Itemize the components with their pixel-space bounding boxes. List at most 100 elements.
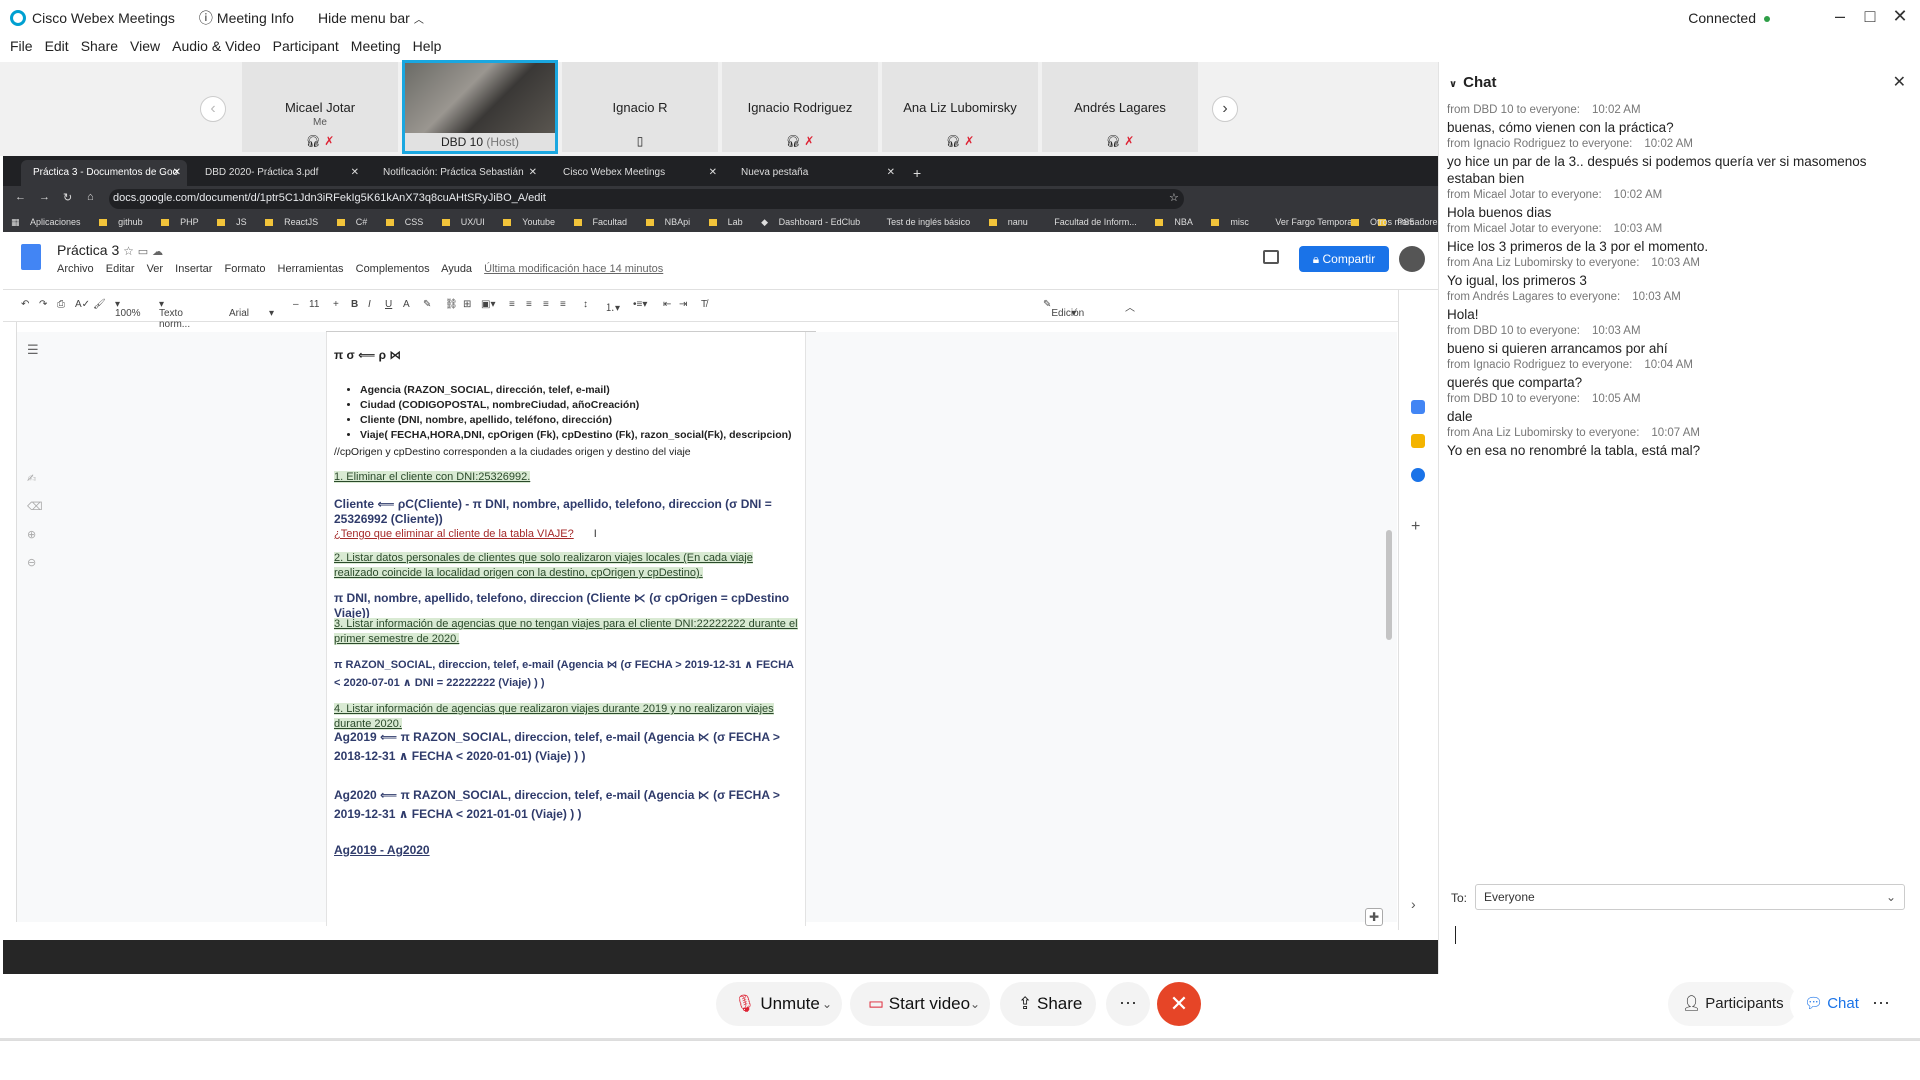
strip-prev-button[interactable]: ‹ <box>200 96 226 122</box>
zoom-select[interactable]: 100% ▾ <box>115 299 141 319</box>
add-addon-icon[interactable]: + <box>1411 518 1420 536</box>
star-icon[interactable]: ☆ <box>123 244 134 258</box>
more-options-button[interactable]: ··· <box>1106 982 1150 1026</box>
clear-formatting-icon[interactable]: T̸ <box>701 299 707 310</box>
participant-card[interactable]: Ana Liz Lubomirsky 🎧︎ ✗ <box>882 62 1038 152</box>
docs-menu-ayuda[interactable]: Ayuda <box>441 263 472 275</box>
move-folder-icon[interactable]: ▭ <box>138 246 148 258</box>
browser-tab[interactable]: Cisco Webex Meetings ✕ <box>551 160 723 186</box>
align-center-icon[interactable]: ≡ <box>526 299 532 310</box>
browser-tab[interactable]: Nueva pestaña ✕ <box>729 160 901 186</box>
bookmark-folder[interactable]: UX/UI <box>441 217 489 227</box>
menu-share[interactable]: Share <box>81 38 118 62</box>
bookmark-folder[interactable]: Youtube <box>503 217 559 227</box>
minimize-button[interactable]: – <box>1826 6 1854 27</box>
explore-icon[interactable]: ✚ <box>1365 908 1383 926</box>
google-docs-icon[interactable] <box>21 244 41 270</box>
chevron-down-icon[interactable]: ∨ <box>1449 79 1457 90</box>
docs-share-button[interactable]: 🔒︎ Compartir <box>1299 246 1389 272</box>
forward-icon[interactable]: → <box>39 191 50 203</box>
participant-card[interactable]: Ignacio Rodriguez 🎧︎ ✗ <box>722 62 878 152</box>
collapse-panel-icon[interactable]: › <box>1411 896 1416 912</box>
outline-icon[interactable]: ☰ <box>27 342 39 358</box>
start-video-button[interactable]: ▭ Start video ⌄ <box>850 982 990 1026</box>
bookmark-star-icon[interactable]: ☆ <box>1169 191 1179 204</box>
close-tab-icon[interactable]: ✕ <box>529 160 537 186</box>
highlight-icon[interactable]: ✎ <box>423 299 431 310</box>
close-tab-icon[interactable]: ✕ <box>173 160 181 186</box>
docs-menu-herramientas[interactable]: Herramientas <box>278 263 344 275</box>
bookmark-apps[interactable]: ▦ Aplicaciones <box>11 217 85 227</box>
tasks-icon[interactable] <box>1411 468 1425 482</box>
back-icon[interactable]: ← <box>15 191 26 203</box>
close-chat-button[interactable]: ✕ <box>1893 72 1906 92</box>
editing-mode-select[interactable]: ✎ Edición ▾ <box>1043 299 1084 319</box>
align-left-icon[interactable]: ≡ <box>509 299 515 310</box>
bookmark-folder[interactable]: misc <box>1211 217 1253 227</box>
underline-icon[interactable]: U <box>385 299 392 310</box>
redo-icon[interactable]: ↷ <box>39 299 47 310</box>
participant-card[interactable]: Ignacio R ▯ <box>562 62 718 152</box>
participant-card[interactable]: Andrés Lagares 🎧︎ ✗ <box>1042 62 1198 152</box>
bookmark-folder[interactable]: JS <box>217 217 251 227</box>
chat-header[interactable]: ∨ Chat <box>1449 74 1496 91</box>
avatar[interactable] <box>1399 246 1425 272</box>
font-size-decrease[interactable]: – <box>293 299 299 310</box>
browser-tab[interactable]: Notificación: Práctica Sebastián ✕ <box>371 160 543 186</box>
bookmark-link[interactable]: Facultad de Inform... <box>1046 217 1141 227</box>
chat-recipient-select[interactable]: Everyone ⌄ <box>1475 884 1905 910</box>
menu-help[interactable]: Help <box>413 38 442 62</box>
menu-view[interactable]: View <box>130 38 160 62</box>
share-button[interactable]: ⇪ Share <box>1000 982 1096 1026</box>
last-edit-link[interactable]: Última modificación hace 14 minutos <box>484 263 663 275</box>
close-tab-icon[interactable]: ✕ <box>709 160 717 186</box>
zoom-in-icon[interactable]: ⊕ <box>27 528 36 541</box>
bookmark-link[interactable]: Ver Fargo Tempora... <box>1267 217 1363 227</box>
font-size-increase[interactable]: + <box>333 299 339 310</box>
italic-icon[interactable]: I <box>368 299 371 310</box>
chevron-down-icon[interactable]: ⌄ <box>822 982 832 1026</box>
bookmark-folder[interactable]: nanu <box>988 217 1032 227</box>
calendar-icon[interactable] <box>1411 400 1425 414</box>
bookmark-link[interactable]: Test de inglés básico <box>879 217 975 227</box>
close-tab-icon[interactable]: ✕ <box>887 160 895 186</box>
text-color-icon[interactable]: A <box>403 299 410 310</box>
close-tab-icon[interactable]: ✕ <box>351 160 359 186</box>
bulleted-list-icon[interactable]: •≡▾ <box>633 299 647 310</box>
participant-card-host[interactable]: DBD 10 (Host) <box>402 60 558 154</box>
insert-comment-icon[interactable]: ⊞ <box>463 299 471 310</box>
numbered-list-icon[interactable]: ⒈▾ <box>605 299 620 314</box>
chat-message-input[interactable] <box>1451 920 1907 968</box>
browser-tab[interactable]: DBD 2020- Práctica 3.pdf ✕ <box>193 160 365 186</box>
spellcheck-icon[interactable]: A✓ <box>75 299 90 310</box>
strip-next-button[interactable]: › <box>1212 96 1238 122</box>
paint-format-icon[interactable]: 🖌︎ <box>93 299 106 310</box>
keep-icon[interactable] <box>1411 434 1425 448</box>
zoom-out-icon[interactable]: ⊖ <box>27 556 36 569</box>
line-spacing-icon[interactable]: ↕ <box>583 299 588 310</box>
menu-meeting[interactable]: Meeting <box>351 38 401 62</box>
bookmark-other[interactable]: Otros marcadores <box>1351 212 1438 232</box>
undo-icon[interactable]: ↶ <box>21 299 29 310</box>
bookmark-folder[interactable]: ReactJS <box>265 217 322 227</box>
docs-menu-insertar[interactable]: Insertar <box>175 263 212 275</box>
bookmark-folder[interactable]: Lab <box>708 217 747 227</box>
align-right-icon[interactable]: ≡ <box>543 299 549 310</box>
menu-edit[interactable]: Edit <box>45 38 69 62</box>
eraser-icon[interactable]: ⌫ <box>27 500 43 513</box>
doc-title[interactable]: Práctica 3 ☆ ▭ ☁ <box>57 242 163 258</box>
home-icon[interactable]: ⌂ <box>87 191 94 203</box>
participants-button[interactable]: 👤︎ Participants <box>1668 982 1798 1026</box>
chevron-down-icon[interactable]: ⌄ <box>970 982 980 1026</box>
bookmark-folder[interactable]: C# <box>336 217 372 227</box>
docs-menu-complementos[interactable]: Complementos <box>356 263 430 275</box>
bold-icon[interactable]: B <box>351 299 358 310</box>
decrease-indent-icon[interactable]: ⇤ <box>663 299 671 310</box>
close-window-button[interactable]: ✕ <box>1886 6 1914 27</box>
collapse-toolbar-icon[interactable]: ︿ <box>1125 299 1135 314</box>
bookmark-folder[interactable]: CSS <box>385 217 428 227</box>
bookmark-folder[interactable]: NBApi <box>645 217 695 227</box>
link-icon[interactable]: ⛓︎ <box>445 299 458 310</box>
menu-audio-video[interactable]: Audio & Video <box>172 38 260 62</box>
bookmark-folder[interactable]: NBA <box>1155 217 1197 227</box>
